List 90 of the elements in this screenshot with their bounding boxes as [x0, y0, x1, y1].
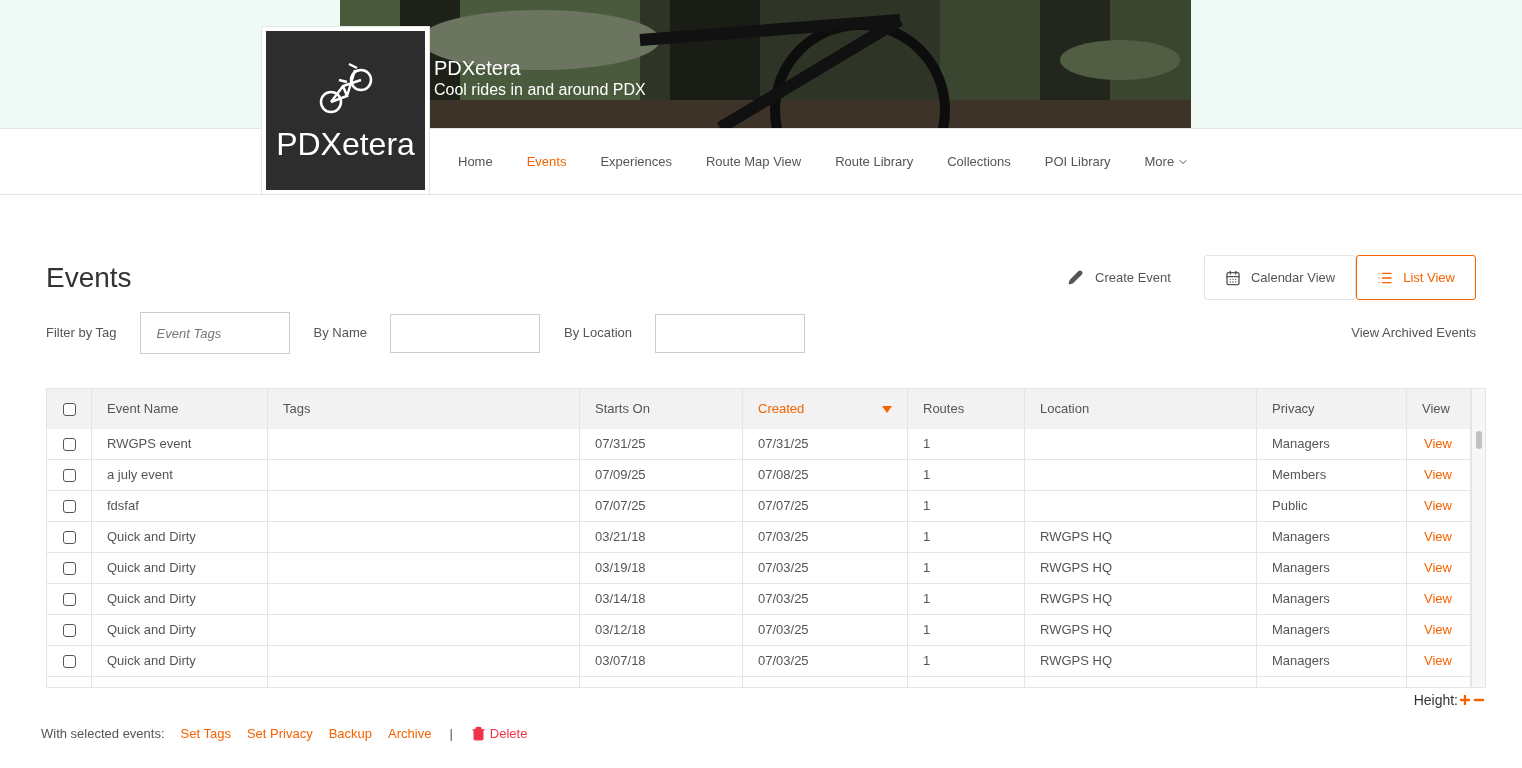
nav-link[interactable]: POI Library — [1044, 151, 1111, 172]
row-checkbox[interactable] — [62, 499, 76, 513]
table-cell-text: 1 — [923, 528, 931, 547]
filter-field[interactable] — [655, 313, 805, 353]
table-cell-text: Managers — [1272, 559, 1330, 578]
column-header[interactable]: Event Name — [92, 389, 268, 429]
table-cell-text: Members — [1272, 466, 1327, 485]
table-cell-text: 1 — [923, 590, 931, 609]
column-header[interactable]: Location — [1025, 389, 1257, 429]
table-cell-text: RWGPS HQ — [1040, 559, 1112, 578]
table-cell-text: 1 — [923, 466, 931, 485]
sort-down-icon — [882, 405, 892, 413]
page-title: Events — [46, 260, 133, 295]
nav-link[interactable]: Route Library — [835, 151, 914, 172]
column-header[interactable]: Privacy — [1257, 389, 1407, 429]
table-cell-text: 07/03/25 — [758, 652, 809, 671]
column-header[interactable]: Tags — [268, 389, 580, 429]
table-cell-text: Managers — [1272, 528, 1330, 547]
table-cell-text: 07/03/25 — [758, 621, 809, 640]
nav-link[interactable]: Route Map View — [706, 151, 802, 172]
separator: | — [449, 725, 453, 743]
table-cell-text: 1 — [923, 621, 931, 640]
table-cell-text: 1 — [923, 497, 931, 516]
filter-label: Filter by Tag — [46, 324, 117, 343]
row-checkbox[interactable] — [62, 592, 76, 606]
table-cell-text: RWGPS HQ — [1040, 528, 1112, 547]
table-cell-text: 07/08/25 — [758, 466, 809, 485]
table-cell-text: Public — [1272, 497, 1308, 516]
table-cell-text: 07/09/25 — [595, 466, 646, 485]
table-cell-text: 03/14/18 — [595, 590, 646, 609]
table-cell-text: a july event — [107, 466, 173, 485]
row-checkbox[interactable] — [62, 468, 76, 482]
more-menu[interactable]: More — [1144, 151, 1190, 172]
row-checkbox[interactable] — [62, 623, 76, 637]
table-cell-text: Quick and Dirty — [107, 559, 196, 578]
table-cell-text: RWGPS HQ — [1040, 590, 1112, 609]
table-cell-text: RWGPS event — [107, 435, 192, 454]
column-header[interactable]: Starts On — [580, 389, 743, 429]
delete-link[interactable]: Delete — [470, 724, 528, 744]
calendar-icon — [1224, 269, 1241, 286]
club-tagline: Cool rides in and around PDX — [434, 80, 646, 100]
row-checkbox[interactable] — [62, 561, 76, 575]
table-cell-text: 07/07/25 — [595, 497, 646, 516]
table-cell-text: 07/31/25 — [595, 435, 646, 454]
table-cell-text: 07/07/25 — [758, 497, 809, 516]
column-header[interactable]: Routes — [908, 389, 1025, 429]
view-archived-link[interactable]: View Archived Events — [1351, 323, 1476, 343]
row-checkbox[interactable] — [62, 654, 76, 668]
pencil-icon — [1068, 270, 1083, 285]
plus-icon[interactable] — [1458, 693, 1472, 707]
table-cell-text: Managers — [1272, 621, 1330, 640]
table-cell-text: Quick and Dirty — [107, 528, 196, 547]
club-name: PDXetera — [434, 56, 522, 80]
select-all-checkbox[interactable] — [62, 402, 76, 416]
table-cell-text: 07/03/25 — [758, 528, 809, 547]
filter-field[interactable] — [390, 313, 541, 353]
table-cell-text: 03/19/18 — [595, 559, 646, 578]
table-cell-text: RWGPS HQ — [1040, 652, 1112, 671]
view-toggle[interactable]: Calendar View — [1203, 255, 1357, 300]
table-cell-text: 1 — [923, 559, 931, 578]
table-cell-text: Managers — [1272, 652, 1330, 671]
table-cell-text: 03/12/18 — [595, 621, 646, 640]
table-cell-text: Quick and Dirty — [107, 652, 196, 671]
table-cell-text: fdsfaf — [107, 497, 139, 516]
table-cell-text: 07/31/25 — [758, 435, 809, 454]
scrollbar[interactable] — [1471, 389, 1485, 687]
table-cell-text: 07/03/25 — [758, 590, 809, 609]
table-cell-text: RWGPS HQ — [1040, 621, 1112, 640]
row-checkbox[interactable] — [62, 530, 76, 544]
table-cell-text: Quick and Dirty — [107, 590, 196, 609]
table-cell-text: Managers — [1272, 435, 1330, 454]
table-cell-text: 03/07/18 — [595, 652, 646, 671]
row-checkbox[interactable] — [62, 437, 76, 451]
table-cell-text: 1 — [923, 652, 931, 671]
nav-link[interactable]: Collections — [947, 151, 1011, 172]
nav-link[interactable]: Home — [458, 151, 493, 172]
filter-label: By Name — [313, 324, 368, 343]
nav-link[interactable]: Experiences — [600, 151, 672, 172]
height-label: Height: — [1413, 690, 1458, 710]
trash-icon — [470, 726, 486, 742]
filter-label: By Location — [564, 324, 632, 343]
table-cell-text: 07/03/25 — [758, 559, 809, 578]
filter-field[interactable]: Event Tags — [139, 312, 290, 354]
create-event-button[interactable]: Create Event — [1068, 267, 1171, 288]
table-cell-text: 03/21/18 — [595, 528, 646, 547]
table-cell-text: 1 — [923, 435, 931, 454]
table-cell-text: Managers — [1272, 590, 1330, 609]
bulk-actions-label: With selected events: — [41, 725, 165, 743]
logo-text: PDXetera — [276, 125, 415, 164]
table-cell-text: Quick and Dirty — [107, 621, 196, 640]
